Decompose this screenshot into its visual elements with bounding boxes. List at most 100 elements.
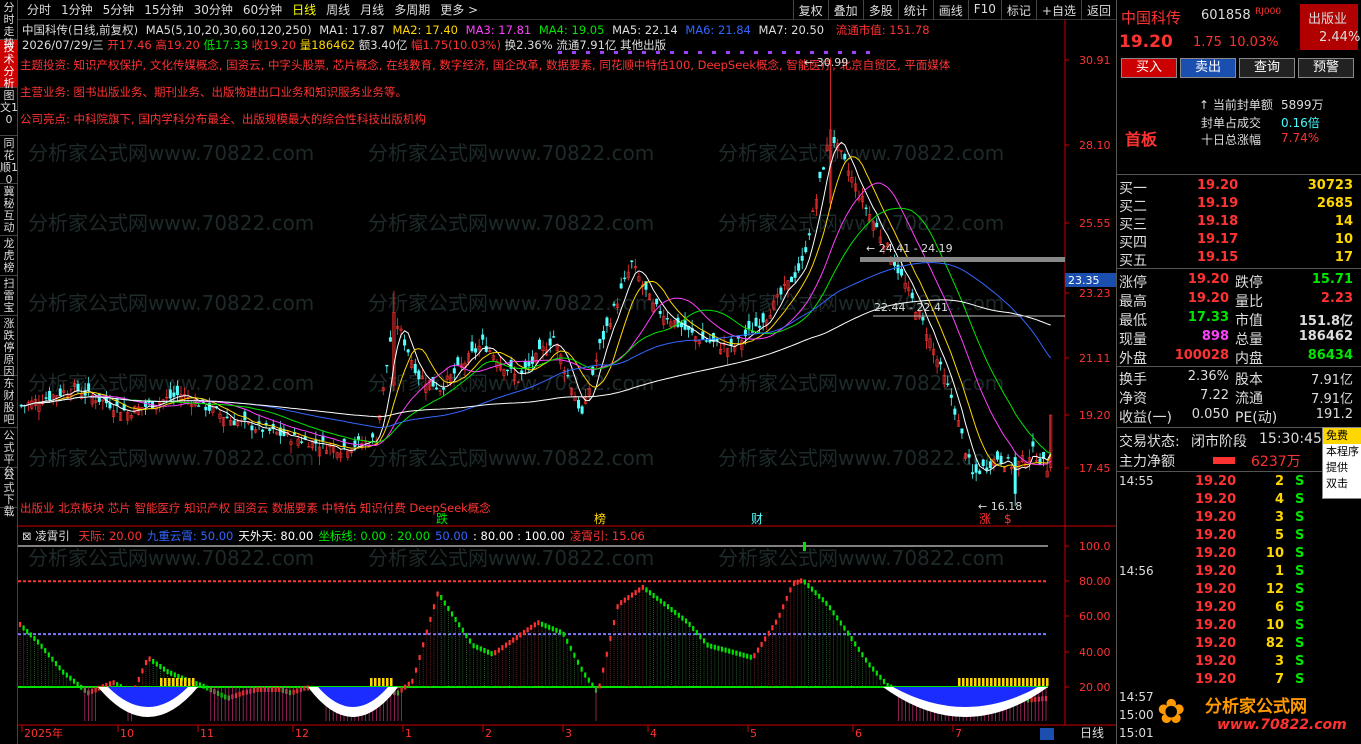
candle-body [250, 425, 254, 431]
yellow-marker [998, 678, 1001, 686]
trade-button-3[interactable]: 预警 [1298, 58, 1354, 78]
popup-line-2: 提供 [1326, 461, 1348, 474]
event-marker-1[interactable]: 榜 [594, 511, 606, 526]
candle-body [761, 313, 765, 323]
stat2-label-0b: 股本 [1235, 372, 1263, 388]
candle-body [172, 392, 176, 397]
marker-dot [698, 51, 702, 54]
left-tab-1[interactable]: 技术分析 [0, 40, 18, 90]
trade-time: 15:30:45 [1259, 431, 1322, 447]
stat-value-0a: 19.20 [1187, 272, 1229, 287]
tick-vol-11: 7 [1274, 672, 1284, 687]
left-tab-3[interactable]: 同花顺10 [0, 136, 18, 186]
period-2[interactable]: 5分钟 [103, 1, 135, 18]
left-tab-10[interactable]: 公式下载 [0, 468, 18, 518]
period-7[interactable]: 周线 [326, 1, 350, 18]
marker-dot [824, 51, 828, 54]
candle-body [953, 408, 957, 415]
price-label-6: 17.45 [1079, 462, 1111, 475]
popup-line-0: 免费 [1323, 428, 1361, 444]
candle-body [800, 255, 804, 261]
trade-button-2[interactable]: 查询 [1239, 58, 1295, 78]
divider [1117, 174, 1361, 175]
toolbar-button-6[interactable]: 标记 [1000, 0, 1036, 20]
toolbar-button-4[interactable]: 画线 [932, 0, 968, 20]
candle-body [537, 339, 541, 350]
stat2-value-0a: 2.36% [1187, 369, 1229, 384]
left-tab-8[interactable]: 东财股吧 [0, 376, 18, 428]
left-tab-4[interactable]: 冀秘互动 [0, 184, 18, 236]
candle-body [58, 388, 62, 396]
event-marker-0[interactable]: 跌 [436, 511, 448, 526]
candle-body [754, 317, 758, 327]
stat2-label-2a: 收益(一) [1119, 410, 1172, 426]
candle-body [985, 467, 989, 471]
trade-button-0[interactable]: 买入 [1121, 58, 1177, 78]
left-tab-6[interactable]: 扫雷宝 [0, 276, 18, 316]
tick-side-3: S [1295, 528, 1305, 543]
marker-dot [852, 51, 856, 54]
candle-body [435, 387, 439, 390]
candle-body [910, 292, 914, 299]
toolbar-button-3[interactable]: 统计 [897, 0, 933, 20]
toolbar-button-7[interactable]: +自选 [1035, 0, 1081, 20]
toolbar-button-5[interactable]: F10 [967, 0, 1001, 20]
tick-time-12: 14:57 [1119, 690, 1154, 704]
trade-button-1[interactable]: 卖出 [1180, 58, 1236, 78]
candle-body [711, 333, 715, 342]
period-6[interactable]: 日线 [292, 1, 316, 18]
period-3[interactable]: 15分钟 [144, 1, 183, 18]
left-tab-5[interactable]: 龙虎榜 [0, 236, 18, 276]
price-pct: 10.03% [1229, 35, 1279, 50]
scroll-handle[interactable] [1040, 728, 1054, 740]
ma-line-60 [21, 262, 1052, 429]
event-marker-3[interactable]: 涨 [979, 511, 991, 526]
candle-body [960, 428, 964, 434]
yellow-marker [378, 678, 381, 686]
left-tab-9[interactable]: 公式平台 [0, 428, 18, 478]
left-tab-2[interactable]: 图文10 [0, 88, 18, 136]
marker-dot [810, 51, 814, 54]
period-9[interactable]: 多周期 [394, 1, 430, 18]
event-marker-4[interactable]: $ [1004, 512, 1012, 526]
toolbar-button-8[interactable]: 返回 [1080, 0, 1116, 20]
candle-body [949, 394, 953, 398]
toolbar-button-2[interactable]: 多股 [862, 0, 898, 20]
period-10[interactable]: 更多 > [440, 1, 478, 18]
period-8[interactable]: 月线 [360, 1, 384, 18]
period-5[interactable]: 60分钟 [243, 1, 282, 18]
event-marker-2[interactable]: 财 [751, 512, 763, 526]
tooltip-popup[interactable]: 免费 本程序 提供 双击 [1322, 427, 1361, 499]
date-label-3: 12 [295, 727, 309, 740]
watermark-3-1: 分析家公式网www.70822.com [368, 371, 654, 395]
seal-amount: 5899万 [1281, 98, 1324, 112]
period-0[interactable]: 分时 [27, 1, 51, 18]
tick-vol-8: 10 [1265, 618, 1284, 633]
marker-dot [684, 51, 688, 54]
tick-price-1: 19.20 [1195, 492, 1237, 507]
toolbar-button-0[interactable]: 复权 [792, 0, 828, 20]
stat2-label-1b: 流通 [1235, 391, 1263, 407]
yellow-marker [970, 678, 973, 686]
tick-side-8: S [1295, 618, 1305, 633]
board-label: 首板 [1125, 130, 1158, 149]
indicator-close-icon[interactable]: ⊠ [22, 529, 32, 543]
candle-body [580, 406, 584, 414]
watermark-2-0: 分析家公式网www.70822.com [28, 291, 314, 315]
site-logo: ✿ 分析家公式网 www.70822.com [1157, 690, 1361, 740]
candle-body [875, 222, 879, 228]
yellow-marker [1006, 678, 1009, 686]
bid-price-3: 19.17 [1197, 232, 1239, 247]
left-tab-7[interactable]: 涨跌停原因 [0, 316, 18, 378]
chart-canvas[interactable]: 分析家公式网www.70822.com 分析家公式网www.70822.com 分析… [18, 20, 1116, 744]
left-tab-0[interactable]: 分时走势 [0, 0, 18, 50]
marker-dot [628, 51, 632, 54]
candle-body [115, 398, 119, 406]
period-1[interactable]: 1分钟 [61, 1, 93, 18]
period-4[interactable]: 30分钟 [194, 1, 233, 18]
candle-body [605, 317, 609, 327]
candle-body [76, 384, 80, 391]
toolbar-button-1[interactable]: 叠加 [827, 0, 863, 20]
stat-value-4a: 100028 [1174, 348, 1229, 363]
stat2-label-1a: 净资 [1119, 391, 1147, 407]
